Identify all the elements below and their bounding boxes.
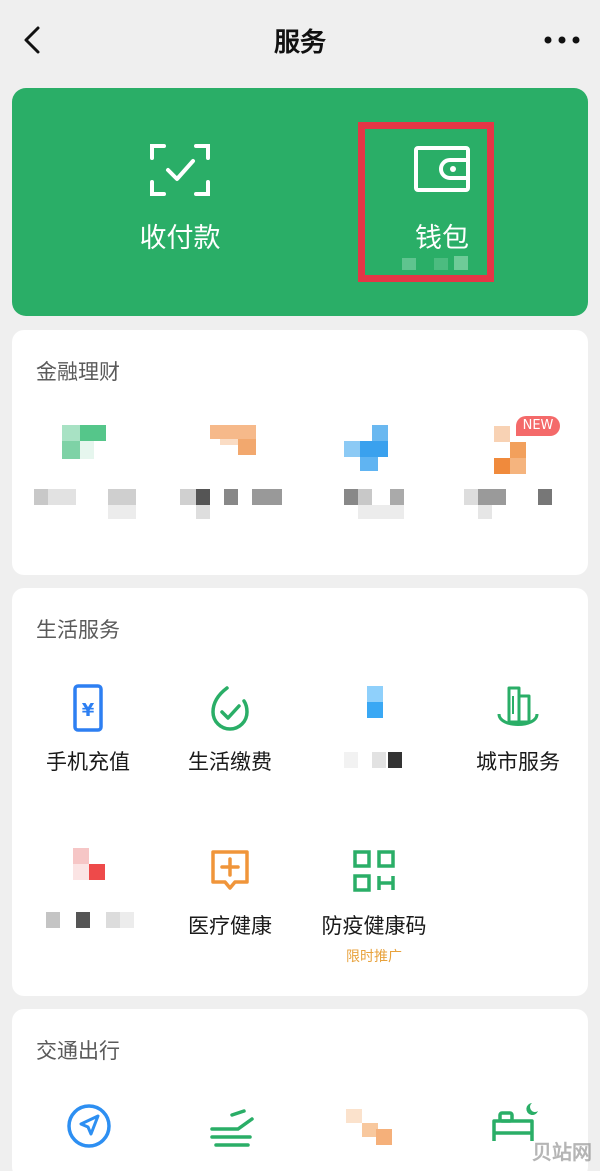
blurred-transport-icon[interactable] (346, 1105, 396, 1155)
watermark: 贝站网 (532, 1140, 592, 1164)
blurred-service-icon (367, 686, 383, 718)
blurred-finance-icon[interactable] (210, 425, 260, 475)
new-badge: NEW (516, 416, 560, 436)
page-title: 服务 (273, 28, 326, 58)
promo-tag: 限时推广 (346, 949, 402, 965)
blurred-service-label (344, 752, 402, 768)
payment-card: 收付款 钱包 (12, 88, 588, 316)
section-title: 金融理财 (36, 360, 120, 384)
blurred-finance-labels (34, 489, 552, 519)
medical-health-icon (211, 850, 249, 890)
navigation-icon[interactable] (64, 1101, 114, 1151)
scan-check-icon (150, 144, 210, 196)
finance-section: 金融理财 NEW (12, 330, 588, 575)
collect-payment-label: 收付款 (139, 223, 221, 254)
blurred-finance-icon[interactable] (344, 425, 394, 475)
health-qr-code-icon (353, 850, 395, 892)
blurred-service-label (46, 912, 134, 928)
section-title: 交通出行 (36, 1039, 120, 1063)
section-title: 生活服务 (36, 618, 120, 642)
highlight-box (358, 122, 494, 282)
grid-item-label: 手机充值 (46, 750, 130, 774)
grid-item-label: 城市服务 (476, 750, 560, 774)
blurred-finance-icon[interactable] (62, 425, 112, 475)
train-icon[interactable] (208, 1105, 258, 1155)
utility-payment-icon (211, 686, 249, 731)
more-horizontal-icon[interactable] (540, 26, 584, 54)
grid-item-label: 生活缴费 (188, 750, 272, 774)
transport-section: 交通出行 (12, 1009, 588, 1171)
svg-text:¥: ¥ (82, 700, 95, 721)
collect-payment-button[interactable]: 收付款 (80, 88, 280, 316)
grid-item-label: 防疫健康码 (321, 914, 427, 938)
life-services-section: 生活服务 ¥ 手机充值 生活缴费 城市服务 医疗健康 防疫健康码 限时推广 (12, 588, 588, 996)
blurred-service-icon (73, 848, 105, 880)
phone-recharge-icon: ¥ (73, 684, 103, 732)
city-service-icon (497, 686, 539, 726)
nav-bar: 服务 (0, 0, 600, 80)
grid-item-label: 医疗健康 (188, 914, 272, 938)
